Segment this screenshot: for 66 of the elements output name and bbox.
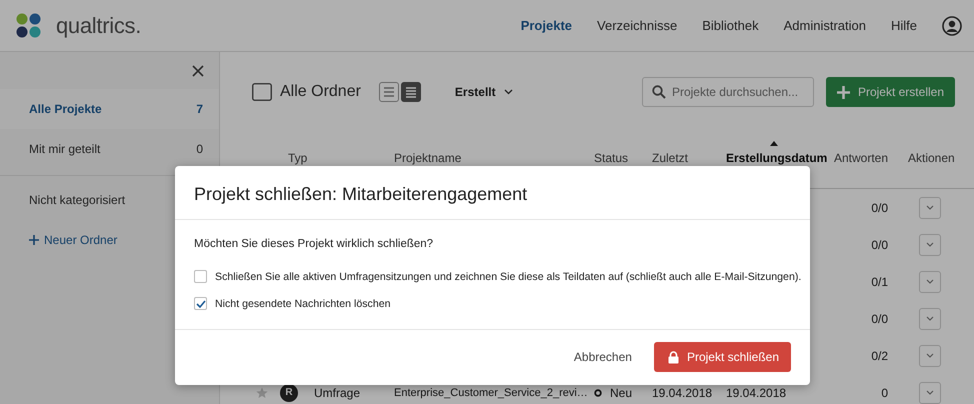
list-icon — [404, 86, 417, 98]
star-icon[interactable] — [256, 386, 268, 398]
folder-icon — [252, 83, 272, 101]
table-cell: 0/0 — [871, 200, 888, 214]
caret-icon — [926, 390, 934, 395]
table-cell: 0/0 — [871, 238, 888, 252]
sort-arrow-icon — [770, 141, 778, 146]
project-name-link[interactable]: Enterprise_Customer_Service_2_revi… — [394, 386, 588, 398]
checkbox[interactable] — [194, 270, 207, 283]
caret-icon — [926, 353, 934, 358]
plus-icon — [836, 86, 850, 98]
checkbox-label[interactable]: Nicht gesendete Nachrichten löschen — [215, 298, 390, 310]
sort-dropdown[interactable]: Erstellt — [454, 85, 513, 99]
caret-icon — [926, 242, 934, 247]
caret-icon — [926, 316, 934, 321]
dialog-title: Projekt schließen: Mitarbeiterengagement — [175, 166, 810, 220]
actions-dropdown[interactable] — [919, 382, 941, 404]
logo-icon — [16, 12, 42, 38]
cancel-button[interactable]: Abbrechen — [568, 349, 638, 365]
search-field[interactable]: Projekte durchsuchen... — [642, 77, 814, 107]
caret-icon — [504, 89, 513, 95]
column-header[interactable]: Projektname — [388, 151, 588, 165]
nav-link[interactable]: Hilfe — [890, 18, 917, 33]
actions-dropdown[interactable] — [919, 308, 941, 330]
nav-link[interactable]: Verzeichnisse — [597, 18, 678, 33]
table-cell: 0/0 — [871, 312, 888, 326]
view-toggle-button[interactable] — [400, 82, 421, 102]
caret-icon — [926, 279, 934, 284]
plus-icon — [29, 235, 39, 245]
new-folder-button[interactable]: Neuer Ordner — [0, 230, 146, 250]
table-cell: 0/2 — [871, 348, 888, 362]
column-header[interactable]: Zuletzt — [646, 151, 720, 165]
table-cell: 0 — [881, 386, 888, 400]
table-cell: Umfrage — [314, 386, 360, 400]
table-cell: 19.04.2018 — [726, 386, 786, 400]
column-header[interactable]: Erstellungsdatum — [720, 151, 828, 165]
table-cell: 19.04.2018 — [652, 386, 712, 400]
nav-link[interactable]: Administration — [784, 18, 866, 33]
close-icon[interactable] — [192, 65, 204, 77]
checkbox[interactable] — [194, 297, 207, 310]
search-icon — [652, 85, 666, 99]
dialog-question: Möchten Sie dieses Projekt wirklich schließen? — [194, 238, 434, 250]
nav-link[interactable]: Projekte — [520, 18, 572, 33]
actions-dropdown[interactable] — [919, 234, 941, 256]
column-header[interactable]: Typ — [280, 151, 388, 165]
logo-text[interactable]: qualtrics. — [56, 12, 142, 38]
actions-dropdown[interactable] — [919, 270, 941, 292]
column-header[interactable]: Antworten — [828, 151, 888, 165]
create-project-button[interactable]: Projekt erstellen — [826, 77, 955, 107]
list-icon — [382, 86, 395, 98]
status-icon — [594, 388, 602, 396]
caret-icon — [926, 205, 934, 210]
table-cell: Neu — [610, 386, 632, 400]
close-project-button[interactable]: Projekt schließen — [654, 342, 791, 372]
actions-dropdown[interactable] — [919, 196, 941, 218]
column-header[interactable]: Aktionen — [888, 151, 973, 165]
column-header[interactable]: Status — [588, 151, 646, 165]
checkbox-label[interactable]: Schließen Sie alle aktiven Umfragensitzungen und zeichnen Sie diese als Teildaten auf (schließt auch alle E-Mail-Sitzungen). — [215, 270, 802, 282]
actions-dropdown[interactable] — [919, 344, 941, 366]
nav-link[interactable]: Bibliothek — [702, 18, 759, 33]
folder-title: Alle Ordner — [280, 83, 361, 101]
table-cell: 0/1 — [871, 274, 888, 288]
sidebar-item[interactable]: Alle Projekte 7 — [0, 89, 219, 129]
view-toggle-button[interactable] — [378, 82, 399, 102]
lock-icon — [668, 350, 679, 364]
user-icon[interactable] — [942, 16, 962, 36]
